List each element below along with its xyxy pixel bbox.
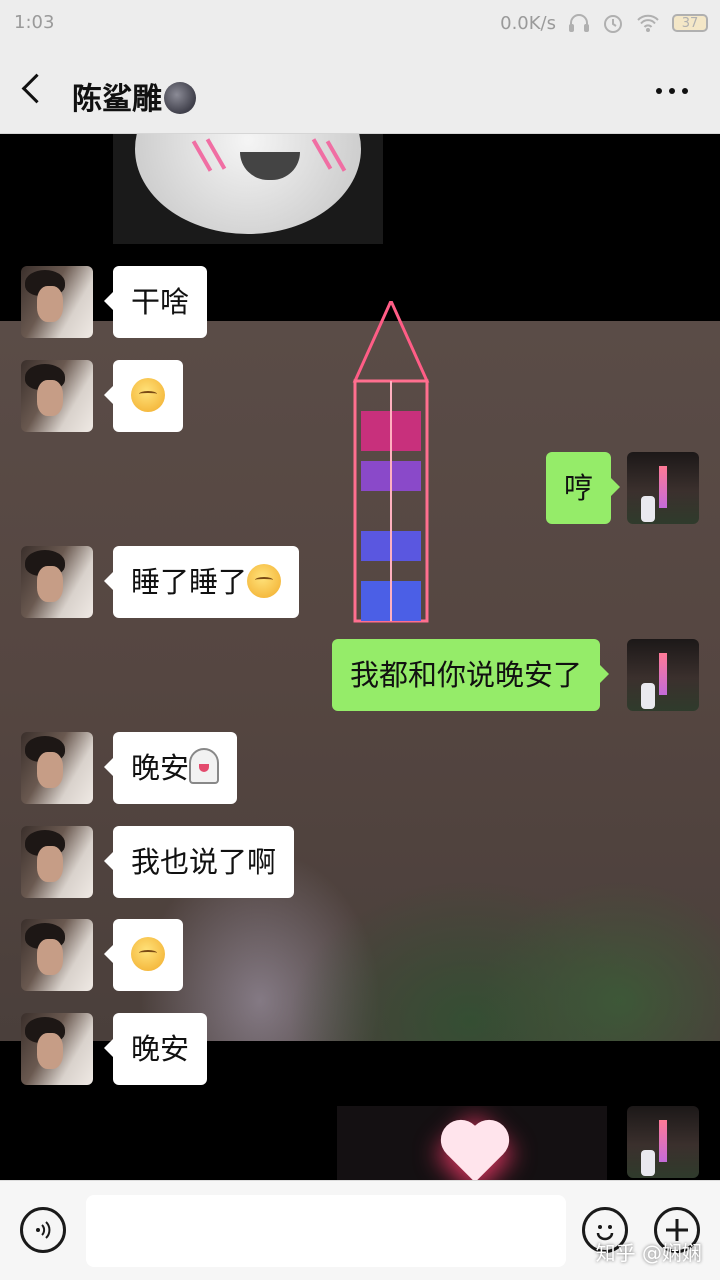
alarm-icon bbox=[604, 15, 622, 33]
message-text: 哼 bbox=[564, 471, 594, 505]
message-text: 我都和你说晚安了 bbox=[350, 658, 583, 692]
kissing-closed-eyes-emoji bbox=[131, 937, 165, 971]
message-text: 晚安 bbox=[131, 1032, 190, 1066]
wifi-icon bbox=[637, 14, 659, 32]
chevron-left-icon[interactable] bbox=[21, 73, 52, 104]
message-bubble-out[interactable]: 我都和你说晚安了 bbox=[332, 639, 610, 711]
headset-icon bbox=[569, 14, 589, 32]
image-message[interactable] bbox=[337, 1106, 607, 1180]
message-bubble-out[interactable]: 哼 bbox=[546, 452, 621, 524]
contact-avatar[interactable] bbox=[21, 732, 93, 804]
voice-icon[interactable] bbox=[20, 1207, 66, 1253]
contact-name[interactable]: 陈鲨雕 bbox=[72, 74, 196, 118]
message-bubble-in[interactable]: 睡了睡了 bbox=[103, 546, 300, 618]
contact-avatar[interactable] bbox=[21, 266, 93, 338]
input-bar: 知乎 @娴娴 bbox=[0, 1180, 720, 1280]
message-text: 睡了睡了 bbox=[131, 565, 248, 599]
grinning-face-sticker bbox=[135, 134, 361, 234]
status-time: 1:03 bbox=[14, 12, 55, 33]
message-bubble-in[interactable]: 干啥 bbox=[103, 266, 208, 338]
contact-avatar[interactable] bbox=[21, 546, 93, 618]
my-avatar[interactable] bbox=[627, 639, 699, 711]
message-text: 干啥 bbox=[131, 285, 190, 319]
status-icons: 0.0K/s 37 bbox=[500, 12, 708, 34]
my-avatar[interactable] bbox=[627, 1106, 699, 1178]
chat-header: 陈鲨雕 bbox=[0, 48, 720, 134]
chat-area[interactable]: 干啥 哼 睡了睡了 我都和你说晚安了 晚安 我也说了啊 晚安 bbox=[0, 134, 720, 1180]
ghost-emoji bbox=[189, 748, 220, 784]
message-text: 我也说了啊 bbox=[131, 845, 277, 879]
battery-icon: 37 bbox=[672, 14, 708, 32]
kissing-closed-eyes-emoji bbox=[247, 564, 282, 598]
message-bubble-in[interactable] bbox=[104, 360, 183, 432]
network-speed: 0.0K/s bbox=[500, 12, 556, 34]
message-bubble-in[interactable]: 晚安 bbox=[103, 732, 238, 804]
kissing-closed-eyes-emoji bbox=[131, 378, 165, 412]
message-bubble-in[interactable]: 我也说了啊 bbox=[103, 826, 295, 898]
glowing-heart-photo bbox=[446, 1125, 504, 1180]
message-bubble-in[interactable] bbox=[104, 919, 183, 991]
my-avatar[interactable] bbox=[627, 452, 699, 524]
message-input[interactable] bbox=[86, 1195, 566, 1267]
contact-name-text: 陈鲨雕 bbox=[72, 82, 162, 117]
more-dots-icon[interactable] bbox=[656, 88, 688, 94]
status-bar: 1:03 0.0K/s 37 bbox=[0, 0, 720, 48]
contact-avatar[interactable] bbox=[21, 826, 93, 898]
watermark: 知乎 @娴娴 bbox=[595, 1241, 702, 1265]
contact-avatar[interactable] bbox=[21, 1013, 93, 1085]
contact-avatar[interactable] bbox=[21, 360, 93, 432]
message-text: 晚安 bbox=[131, 751, 190, 785]
message-bubble-in[interactable]: 晚安 bbox=[103, 1013, 208, 1085]
new-moon-face-icon bbox=[164, 82, 196, 114]
contact-avatar[interactable] bbox=[21, 919, 93, 991]
sticker-message[interactable] bbox=[113, 134, 383, 244]
